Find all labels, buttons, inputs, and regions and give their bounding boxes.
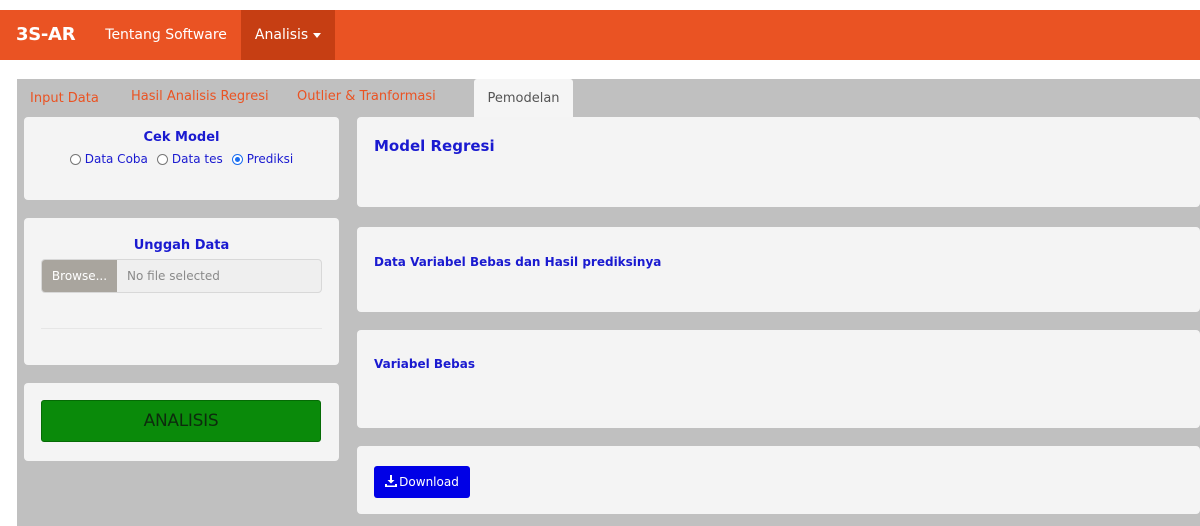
download-icon	[385, 467, 398, 499]
cek-model-panel: Cek Model Data Coba Data tes Prediksi	[24, 117, 339, 200]
radio-data-coba-dot[interactable]	[69, 153, 81, 165]
unggah-data-panel: Unggah Data Browse... No file selected	[24, 218, 339, 365]
model-regresi-title: Model Regresi	[374, 137, 495, 155]
upload-progress-track	[41, 328, 322, 329]
analisis-button[interactable]: ANALISIS	[41, 400, 321, 442]
radio-prediksi-label: Prediksi	[246, 152, 294, 166]
brand-logo[interactable]: 3S-AR	[0, 10, 91, 60]
analisis-panel: ANALISIS	[24, 383, 339, 461]
model-regresi-panel: Model Regresi	[357, 117, 1200, 207]
file-upload-input[interactable]: Browse... No file selected	[41, 259, 322, 293]
unggah-data-title: Unggah Data	[133, 238, 230, 253]
caret-down-icon	[313, 32, 322, 38]
file-placeholder-text: No file selected	[127, 269, 220, 283]
variabel-bebas-panel: Variabel Bebas	[357, 330, 1200, 428]
download-panel: Download	[357, 446, 1200, 514]
data-variabel-title: Data Variabel Bebas dan Hasil prediksiny…	[374, 255, 662, 269]
main-content: Input Data Hasil Analisis Regresi Outlie…	[17, 79, 1200, 526]
tab-input-data[interactable]: Input Data	[30, 79, 99, 117]
radio-prediksi-dot[interactable]	[231, 153, 243, 165]
radio-data-tes-dot[interactable]	[156, 153, 168, 165]
radio-data-tes[interactable]: Data tes	[156, 152, 223, 166]
nav-analisis-dropdown[interactable]: Analisis	[240, 10, 336, 60]
cek-model-radio-group: Data Coba Data tes Prediksi	[24, 152, 339, 166]
variabel-bebas-title: Variabel Bebas	[374, 357, 475, 371]
download-button[interactable]: Download	[374, 466, 470, 498]
cek-model-title: Cek Model	[143, 130, 220, 145]
tab-hasil-analisis-regresi[interactable]: Hasil Analisis Regresi	[131, 77, 269, 115]
radio-data-tes-label: Data tes	[171, 152, 223, 166]
nav-tentang-software[interactable]: Tentang Software	[91, 10, 241, 60]
navbar: 3S-AR Tentang Software Analisis	[0, 10, 1200, 60]
download-label: Download	[399, 475, 459, 489]
nav-analisis-label: Analisis	[254, 27, 309, 43]
radio-data-coba[interactable]: Data Coba	[69, 152, 148, 166]
radio-prediksi[interactable]: Prediksi	[231, 152, 294, 166]
tab-outlier-tranformasi[interactable]: Outlier & Tranformasi	[297, 77, 436, 115]
tab-pemodelan[interactable]: Pemodelan	[474, 79, 573, 117]
data-variabel-panel: Data Variabel Bebas dan Hasil prediksiny…	[357, 227, 1200, 312]
browse-button[interactable]: Browse...	[42, 260, 117, 292]
tab-bar: Input Data Hasil Analisis Regresi Outlie…	[17, 79, 1200, 117]
radio-data-coba-label: Data Coba	[84, 152, 148, 166]
